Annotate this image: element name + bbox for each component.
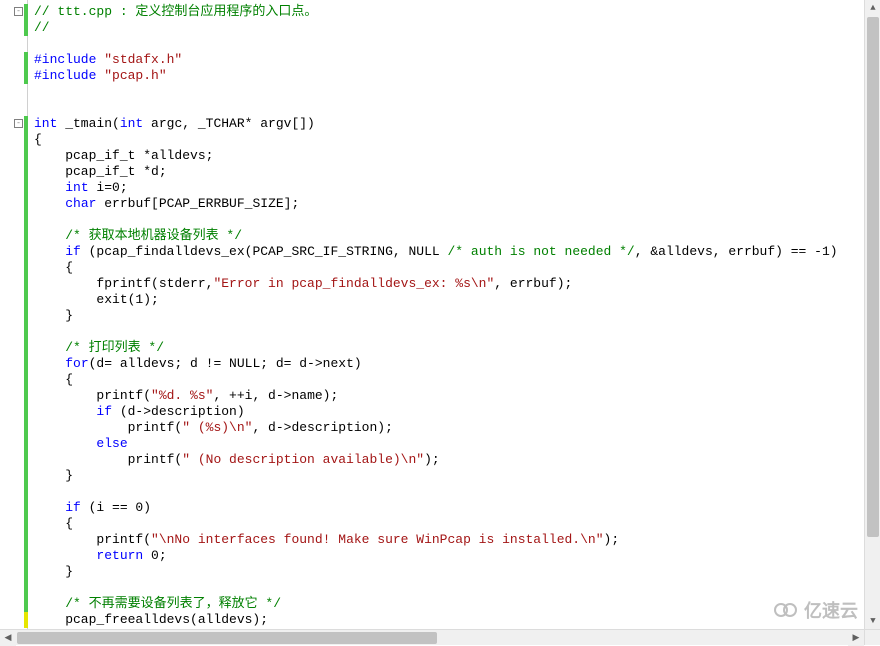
code-line[interactable]: pcap_freealldevs(alldevs); bbox=[34, 612, 880, 628]
code-line[interactable]: } bbox=[34, 308, 880, 324]
code-line[interactable]: pcap_if_t *alldevs; bbox=[34, 148, 880, 164]
code-line[interactable]: // ttt.cpp : 定义控制台应用程序的入口点。 bbox=[34, 4, 880, 20]
code-line[interactable] bbox=[34, 36, 880, 52]
code-area[interactable]: // ttt.cpp : 定义控制台应用程序的入口点。// #include "s… bbox=[28, 0, 880, 645]
code-line[interactable] bbox=[34, 484, 880, 500]
gutter[interactable]: -- bbox=[0, 0, 28, 645]
code-line[interactable]: /* 打印列表 */ bbox=[34, 340, 880, 356]
scroll-up-icon[interactable]: ▲ bbox=[865, 0, 880, 16]
code-line[interactable] bbox=[34, 324, 880, 340]
code-line[interactable]: // bbox=[34, 20, 880, 36]
code-line[interactable]: int i=0; bbox=[34, 180, 880, 196]
code-line[interactable] bbox=[34, 100, 880, 116]
scrollbar-corner bbox=[864, 629, 880, 645]
code-editor[interactable]: -- // ttt.cpp : 定义控制台应用程序的入口点。//#include… bbox=[0, 0, 880, 645]
code-line[interactable] bbox=[34, 580, 880, 596]
code-line[interactable]: if (pcap_findalldevs_ex(PCAP_SRC_IF_STRI… bbox=[34, 244, 880, 260]
code-line[interactable]: #include "stdafx.h" bbox=[34, 52, 880, 68]
code-line[interactable]: { bbox=[34, 516, 880, 532]
fold-toggle-icon[interactable]: - bbox=[14, 119, 23, 128]
horizontal-scroll-thumb[interactable] bbox=[17, 632, 437, 644]
code-line[interactable]: #include "pcap.h" bbox=[34, 68, 880, 84]
code-line[interactable] bbox=[34, 212, 880, 228]
code-line[interactable]: exit(1); bbox=[34, 292, 880, 308]
code-line[interactable]: pcap_if_t *d; bbox=[34, 164, 880, 180]
scroll-right-icon[interactable]: ▶ bbox=[848, 630, 864, 646]
code-line[interactable]: if (d->description) bbox=[34, 404, 880, 420]
code-line[interactable]: for(d= alldevs; d != NULL; d= d->next) bbox=[34, 356, 880, 372]
code-line[interactable]: if (i == 0) bbox=[34, 500, 880, 516]
code-line[interactable]: printf(" (%s)\n", d->description); bbox=[34, 420, 880, 436]
scroll-left-icon[interactable]: ◀ bbox=[0, 630, 16, 646]
code-line[interactable]: else bbox=[34, 436, 880, 452]
code-line[interactable]: fprintf(stderr,"Error in pcap_findalldev… bbox=[34, 276, 880, 292]
code-line[interactable]: /* 不再需要设备列表了，释放它 */ bbox=[34, 596, 880, 612]
code-line[interactable]: printf(" (No description available)\n"); bbox=[34, 452, 880, 468]
code-line[interactable]: } bbox=[34, 468, 880, 484]
code-line[interactable] bbox=[34, 84, 880, 100]
code-line[interactable]: { bbox=[34, 132, 880, 148]
code-line[interactable]: { bbox=[34, 372, 880, 388]
fold-toggle-icon[interactable]: - bbox=[14, 7, 23, 16]
scroll-down-icon[interactable]: ▼ bbox=[865, 613, 880, 629]
code-line[interactable]: printf("\nNo interfaces found! Make sure… bbox=[34, 532, 880, 548]
code-line[interactable]: } bbox=[34, 564, 880, 580]
code-line[interactable]: { bbox=[34, 260, 880, 276]
code-line[interactable]: printf("%d. %s", ++i, d->name); bbox=[34, 388, 880, 404]
horizontal-scrollbar[interactable]: ◀ ▶ bbox=[0, 629, 864, 645]
code-line[interactable]: return 0; bbox=[34, 548, 880, 564]
vertical-scroll-thumb[interactable] bbox=[867, 17, 879, 537]
code-line[interactable]: int _tmain(int argc, _TCHAR* argv[]) bbox=[34, 116, 880, 132]
vertical-scrollbar[interactable]: ▲ ▼ bbox=[864, 0, 880, 629]
code-line[interactable]: char errbuf[PCAP_ERRBUF_SIZE]; bbox=[34, 196, 880, 212]
code-line[interactable]: /* 获取本地机器设备列表 */ bbox=[34, 228, 880, 244]
